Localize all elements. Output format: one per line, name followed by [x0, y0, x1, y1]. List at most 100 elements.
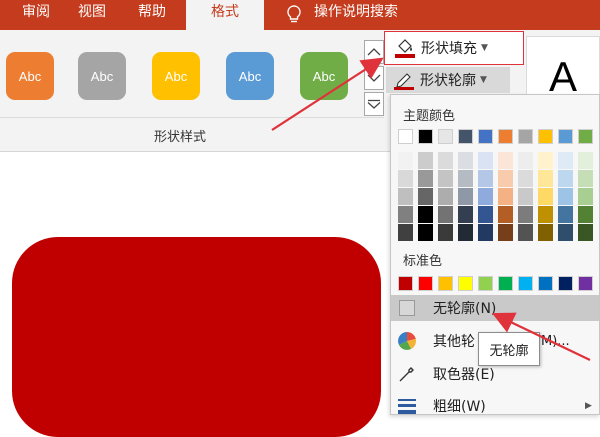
standard-color-swatch[interactable]: [458, 276, 473, 291]
theme-color-shade-swatch[interactable]: [398, 206, 413, 223]
theme-color-shade-swatch[interactable]: [558, 224, 573, 241]
no-outline-label: 无轮廓(N): [433, 301, 497, 317]
shape-style-preset-5[interactable]: Abc: [300, 52, 348, 100]
shape-outline-button[interactable]: 形状轮廓 ▼: [386, 67, 510, 93]
tab-format[interactable]: 格式: [186, 0, 264, 30]
theme-color-shade-swatch[interactable]: [458, 206, 473, 223]
theme-color-shade-swatch[interactable]: [558, 170, 573, 187]
shape-style-preset-4[interactable]: Abc: [226, 52, 274, 100]
theme-color-shade-swatch[interactable]: [438, 188, 453, 205]
selected-rounded-rectangle-shape[interactable]: [12, 237, 381, 437]
tell-me-search[interactable]: 操作说明搜索: [314, 0, 424, 30]
theme-color-shade-swatch[interactable]: [498, 152, 513, 169]
theme-color-shade-swatch[interactable]: [538, 152, 553, 169]
theme-color-shade-swatch[interactable]: [538, 170, 553, 187]
shape-style-preset-1[interactable]: Abc: [6, 52, 54, 100]
shape-outline-label: 形状轮廓: [420, 73, 476, 89]
theme-color-shade-swatch[interactable]: [518, 152, 533, 169]
theme-color-swatch[interactable]: [578, 129, 593, 144]
theme-color-shade-swatch[interactable]: [458, 224, 473, 241]
theme-color-shade-swatch[interactable]: [578, 170, 593, 187]
theme-color-shade-swatch[interactable]: [538, 188, 553, 205]
gallery-more-button[interactable]: [364, 92, 384, 116]
standard-color-swatch[interactable]: [558, 276, 573, 291]
theme-color-shade-swatch[interactable]: [578, 206, 593, 223]
theme-color-shade-swatch[interactable]: [498, 188, 513, 205]
theme-color-shade-swatch[interactable]: [518, 170, 533, 187]
shape-fill-button[interactable]: 形状填充 ▼: [384, 31, 524, 65]
theme-color-swatch[interactable]: [538, 129, 553, 144]
shape-fill-label: 形状填充: [421, 41, 477, 57]
expand-gallery-icon: [367, 99, 381, 109]
theme-color-shade-swatch[interactable]: [438, 170, 453, 187]
theme-color-shade-swatch[interactable]: [398, 188, 413, 205]
theme-color-shade-swatch[interactable]: [418, 206, 433, 223]
theme-color-shade-swatch[interactable]: [518, 206, 533, 223]
theme-color-shade-swatch[interactable]: [438, 206, 453, 223]
theme-color-shade-swatch[interactable]: [438, 152, 453, 169]
standard-color-swatch[interactable]: [578, 276, 593, 291]
theme-color-shade-swatch[interactable]: [438, 224, 453, 241]
theme-color-swatch[interactable]: [458, 129, 473, 144]
theme-color-swatch[interactable]: [418, 129, 433, 144]
theme-color-shade-swatch[interactable]: [518, 224, 533, 241]
tab-view[interactable]: 视图: [66, 0, 118, 30]
tab-help[interactable]: 帮助: [124, 0, 180, 30]
theme-color-swatch[interactable]: [558, 129, 573, 144]
theme-color-shade-swatch[interactable]: [478, 170, 493, 187]
theme-color-swatch[interactable]: [498, 129, 513, 144]
tooltip: 无轮廓: [478, 332, 540, 366]
theme-color-shade-swatch[interactable]: [558, 152, 573, 169]
theme-color-swatch[interactable]: [438, 129, 453, 144]
standard-color-swatch[interactable]: [398, 276, 413, 291]
theme-color-shade-swatch[interactable]: [578, 188, 593, 205]
shape-style-preset-2[interactable]: Abc: [78, 52, 126, 100]
theme-color-shade-swatch[interactable]: [458, 152, 473, 169]
more-outline-colors-label-tail: M)...: [541, 333, 570, 349]
theme-color-shade-swatch[interactable]: [398, 152, 413, 169]
theme-color-shade-swatch[interactable]: [538, 224, 553, 241]
theme-color-shade-swatch[interactable]: [478, 224, 493, 241]
more-outline-colors-label: 其他轮: [433, 334, 475, 350]
theme-color-shade-swatch[interactable]: [558, 206, 573, 223]
standard-color-swatch[interactable]: [478, 276, 493, 291]
shape-style-preset-3[interactable]: Abc: [152, 52, 200, 100]
theme-color-shade-swatch[interactable]: [578, 152, 593, 169]
theme-color-shade-swatch[interactable]: [498, 224, 513, 241]
ribbon-group-divider: [0, 117, 384, 118]
theme-color-shade-swatch[interactable]: [478, 152, 493, 169]
standard-color-swatch[interactable]: [498, 276, 513, 291]
theme-color-shade-swatch[interactable]: [458, 188, 473, 205]
theme-color-swatch[interactable]: [518, 129, 533, 144]
theme-color-shade-swatch[interactable]: [518, 188, 533, 205]
gallery-scroll-up-button[interactable]: [364, 40, 384, 64]
theme-color-shade-swatch[interactable]: [418, 224, 433, 241]
eyedropper-icon: [399, 367, 414, 382]
submenu-arrow-icon: ▶: [585, 401, 592, 411]
standard-color-swatch[interactable]: [438, 276, 453, 291]
theme-color-shade-swatch[interactable]: [578, 224, 593, 241]
theme-color-shade-swatch[interactable]: [418, 188, 433, 205]
theme-color-shade-swatch[interactable]: [538, 206, 553, 223]
theme-color-shade-swatch[interactable]: [478, 188, 493, 205]
theme-color-shade-swatch[interactable]: [478, 206, 493, 223]
theme-color-shade-swatch[interactable]: [398, 224, 413, 241]
gallery-scroll-down-button[interactable]: [364, 66, 384, 90]
menu-item-no-outline[interactable]: 无轮廓(N): [391, 295, 599, 321]
theme-colors-title: 主题颜色: [403, 109, 456, 124]
theme-color-shade-swatch[interactable]: [458, 170, 473, 187]
standard-color-swatch[interactable]: [518, 276, 533, 291]
tab-review[interactable]: 审阅: [8, 0, 64, 30]
theme-color-shade-swatch[interactable]: [498, 170, 513, 187]
theme-color-shade-swatch[interactable]: [558, 188, 573, 205]
standard-color-swatch[interactable]: [418, 276, 433, 291]
theme-color-shade-swatch[interactable]: [498, 206, 513, 223]
theme-color-swatch[interactable]: [398, 129, 413, 144]
menu-item-weight[interactable]: 粗细(W) ▶: [391, 393, 599, 419]
theme-color-shade-swatch[interactable]: [418, 152, 433, 169]
theme-color-shade-swatch[interactable]: [398, 170, 413, 187]
theme-color-shade-swatch[interactable]: [418, 170, 433, 187]
theme-color-swatch[interactable]: [478, 129, 493, 144]
paint-bucket-icon: [395, 39, 415, 58]
standard-color-swatch[interactable]: [538, 276, 553, 291]
